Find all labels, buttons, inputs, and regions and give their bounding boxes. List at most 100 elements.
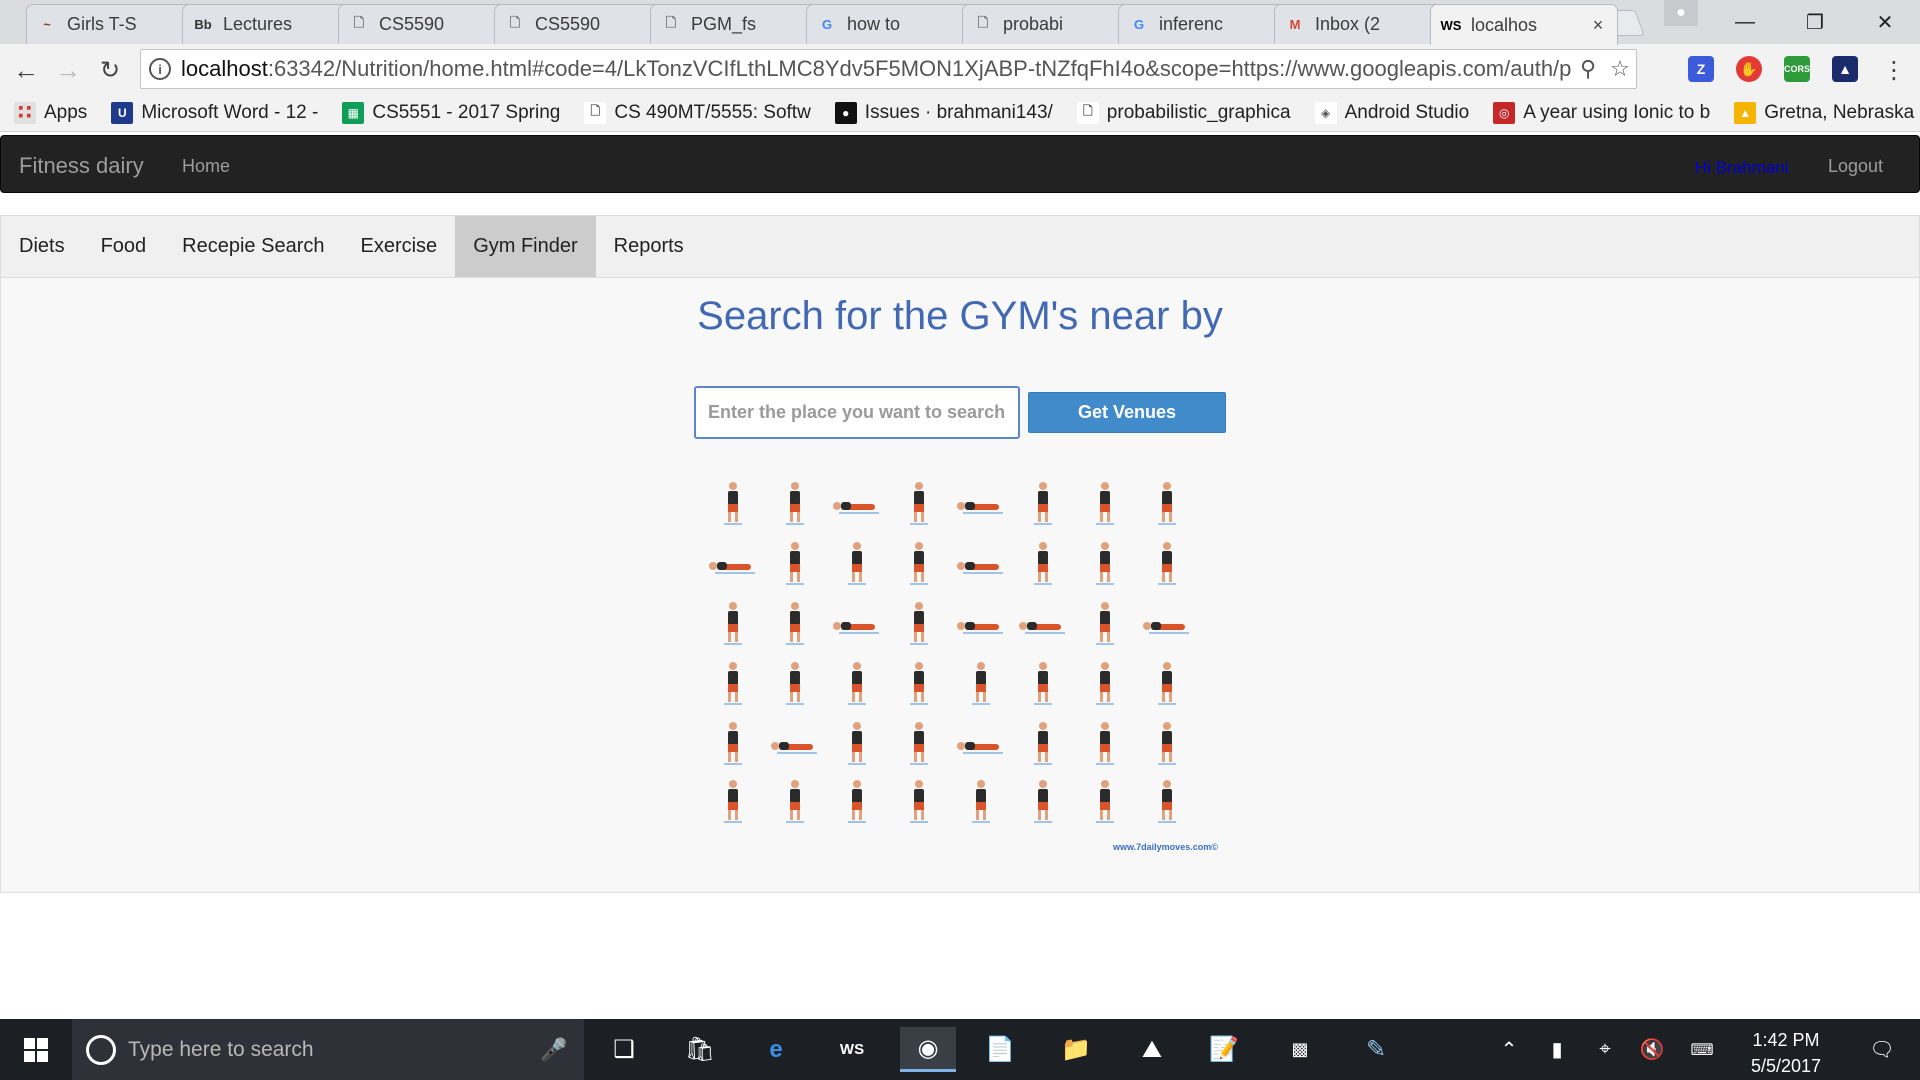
battery-icon[interactable]: ▮ [1536,1019,1578,1080]
command-prompt-icon[interactable]: ▩ [1272,1027,1328,1072]
taskbar-search-placeholder: Type here to search [128,1037,314,1061]
notepad-plus-icon[interactable]: 📝 [1196,1027,1252,1072]
store-icon[interactable]: 🛍 [672,1027,728,1072]
zoom-icon[interactable]: ⚲ [1572,56,1604,82]
content-panel: Diets Food Recepie Search Exercise Gym Finde… [0,215,1920,893]
tab-food[interactable]: Food [83,216,165,277]
paint-icon[interactable]: ✎ [1348,1027,1404,1072]
browser-tab-title: CS5590 [535,14,601,34]
microphone-icon[interactable]: 🎤 [540,1037,584,1063]
bookmark-label: CS5551 - 2017 Spring [372,101,561,123]
browser-tab-title: Lectures [223,14,293,34]
taskbar-search-box[interactable]: Type here to search 🎤 [72,1019,584,1080]
adblock-extension-icon[interactable]: ✋ [1736,56,1762,82]
exercise-figure [957,562,1003,574]
close-window-icon[interactable]: ✕ [1850,0,1920,44]
logout-link[interactable]: Logout [1828,156,1883,177]
exercise-figure [848,722,866,765]
file-explorer-icon[interactable]: 📁 [1048,1027,1104,1072]
exercise-figure [848,780,866,823]
exercise-figure [1158,662,1176,705]
tab-reports[interactable]: Reports [596,216,702,277]
nav-home-link[interactable]: Home [182,156,230,177]
windows-logo-icon [24,1037,48,1062]
bookmark-item[interactable]: U Microsoft Word - 12 - [111,101,319,124]
ionic-icon: ◎ [1493,101,1516,124]
browser-tab-title: PGM_fs [691,14,757,34]
browser-tab-title: probabi [1003,14,1064,34]
keyboard-icon[interactable]: ⌨ [1680,1019,1724,1080]
exercise-figure [771,742,817,754]
bookmark-item[interactable]: ● Issues · brahmani143/ [834,101,1053,124]
chrome-icon[interactable]: ◉ [900,1027,956,1072]
exercise-figure [786,602,804,645]
volume-muted-icon[interactable]: 🔇 [1632,1019,1672,1080]
exercise-figure [1158,722,1176,765]
bookmark-item[interactable]: ◎ A year using Ionic to b [1493,101,1711,124]
bookmark-item[interactable]: 🗋 probabilistic_graphica [1076,101,1291,124]
exercise-figure [724,780,742,823]
exercise-figure [1019,622,1065,634]
extension-icon[interactable]: ▲ [1832,56,1858,82]
bookmark-label: A year using Ionic to b [1523,101,1711,123]
bookmark-item[interactable]: ▦ CS5551 - 2017 Spring [342,101,561,124]
apps-grid-icon: ∷ [14,101,36,124]
wifi-icon[interactable]: ⌖ [1584,1019,1626,1080]
bookmark-label: probabilistic_graphica [1106,101,1291,123]
google-icon: G [1133,17,1145,32]
bookmark-label: Apps [44,101,88,123]
reload-icon[interactable]: ↻ [92,52,128,88]
browser-tab-title: CS5590 [379,14,445,34]
exercise-figure [910,482,928,525]
umkc-icon: U [111,101,134,124]
bookmark-label: Microsoft Word - 12 - [141,101,319,123]
forward-icon[interactable]: → [50,52,86,88]
action-center-icon[interactable]: 🗨 [1852,1019,1912,1080]
tab-recepie-search[interactable]: Recepie Search [164,216,342,277]
exercise-figure [786,542,804,585]
task-view-icon[interactable]: ❑ [596,1027,652,1072]
notepad-icon[interactable]: 📄 [972,1027,1028,1072]
exercise-illustration [701,462,1221,862]
bookmark-item[interactable]: ◈ Android Studio [1314,101,1469,124]
exercise-figure [1158,542,1176,585]
photos-icon[interactable]: ⛰ [1124,1027,1180,1072]
start-button[interactable] [0,1019,72,1080]
close-tab-icon[interactable]: × [1589,15,1607,36]
restore-icon[interactable]: ❐ [1780,0,1850,44]
browser-tab-title: localhos [1471,14,1538,35]
exercise-figure [1096,662,1114,705]
system-clock[interactable]: 1:42 PM 5/5/2017 [1724,1027,1848,1079]
exercise-figure [910,602,928,645]
tab-exercise[interactable]: Exercise [342,216,455,277]
tab-diets[interactable]: Diets [1,216,83,277]
browser-tab[interactable]: WS localhos × [1430,4,1618,45]
site-info-icon[interactable]: i [149,58,171,80]
page-icon: 🗋 [977,14,989,30]
clock-time: 1:42 PM [1752,1030,1820,1050]
bookmark-item[interactable]: 🗋 CS 490MT/5555: Softw [584,101,811,124]
browser-menu-icon[interactable]: ⋮ [1876,52,1912,88]
bookmark-item[interactable]: ▲ Gretna, Nebraska Cam [1734,101,1920,124]
exercise-figure [1143,622,1189,634]
place-search-input[interactable] [694,386,1020,439]
back-icon[interactable]: ← [8,52,44,88]
exercise-figure [910,542,928,585]
address-bar[interactable]: i localhost:63342/Nutrition/home.html#co… [140,49,1637,89]
minimize-icon[interactable]: — [1710,0,1780,44]
profile-icon[interactable]: ● [1664,0,1698,26]
webstorm-icon[interactable]: WS [824,1027,880,1072]
get-venues-button[interactable]: Get Venues [1028,392,1226,433]
bookmark-item[interactable]: ∷ Apps [14,101,88,124]
cors-extension-icon[interactable]: CORS [1784,56,1810,82]
user-greeting: Hi Brahmani [1695,158,1789,177]
bookmark-star-icon[interactable]: ☆ [1604,56,1636,82]
exercise-figure [1096,482,1114,525]
brand[interactable]: Fitness dairy [19,153,144,179]
tab-gym-finder[interactable]: Gym Finder [455,216,596,277]
edge-icon[interactable]: e [748,1027,804,1072]
show-hidden-icons-icon[interactable]: ⌃ [1492,1019,1526,1080]
zotero-extension-icon[interactable]: Z [1688,56,1714,82]
exercise-figure [1034,482,1052,525]
campground-icon: ▲ [1734,101,1757,124]
